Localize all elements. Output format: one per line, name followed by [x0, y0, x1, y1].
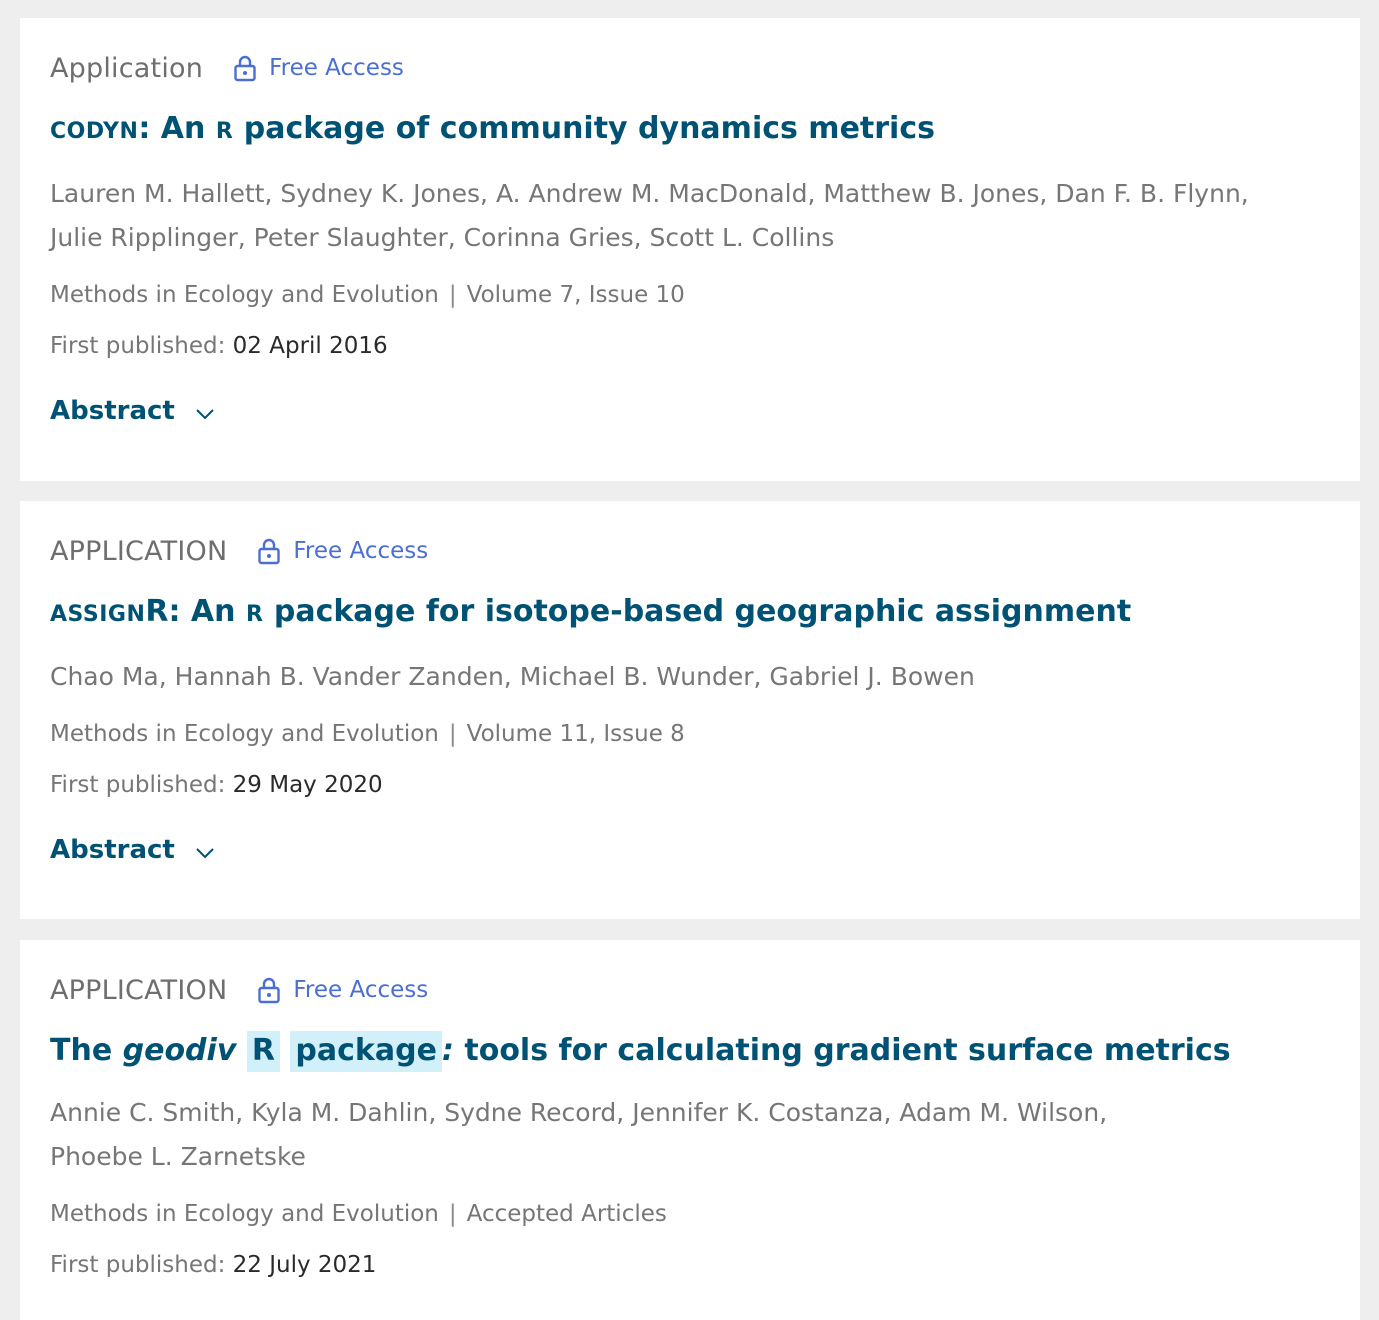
article-type-label: APPLICATION — [50, 974, 228, 1006]
issue-link[interactable]: Volume 11, Issue 8 — [467, 721, 685, 747]
article-authors: Lauren M. Hallett, Sydney K. Jones, A. A… — [50, 172, 1330, 260]
journal-name-link[interactable]: Methods in Ecology and Evolution — [50, 721, 439, 747]
authors-line: Lauren M. Hallett, Sydney K. Jones, A. A… — [50, 179, 1249, 208]
publication-date: First published: 29 May 2020 — [50, 768, 1330, 802]
title-part: package of community dynamics metrics — [233, 111, 935, 146]
title-part: ASSIGN — [50, 602, 146, 627]
issue-link[interactable]: Accepted Articles — [467, 1201, 667, 1227]
article-journal-info: Methods in Ecology and Evolution | Accepte… — [50, 1197, 1330, 1231]
article-authors: Chao Ma, Hannah B. Vander Zanden, Michae… — [50, 655, 1330, 699]
article-type-label: Application — [50, 52, 204, 84]
article-title-link[interactable]: CODYN: An R package of community dynamic… — [50, 108, 1330, 153]
lock-icon — [258, 538, 281, 565]
title-part: The — [50, 1033, 123, 1068]
title-part: R: An — [145, 594, 246, 629]
abstract-toggle-button[interactable]: Abstract — [50, 835, 215, 865]
journal-name-link[interactable]: Methods in Ecology and Evolution — [50, 282, 439, 308]
article-meta-row: APPLICATION Free Access — [50, 973, 1330, 1007]
published-date: 02 April 2016 — [232, 333, 388, 359]
free-access-label: Free Access — [269, 55, 404, 81]
title-part: geodiv — [122, 1033, 237, 1068]
article-meta-row: APPLICATION Free Access — [50, 534, 1330, 568]
free-access-badge: Free Access — [257, 976, 428, 1004]
free-access-label: Free Access — [293, 538, 429, 564]
article-meta-row: Application Free Access — [50, 51, 1330, 85]
publication-date: First published: 02 April 2016 — [50, 329, 1330, 363]
publication-date: First published: 22 July 2021 — [50, 1248, 1330, 1282]
article-journal-info: Methods in Ecology and Evolution | Volume … — [50, 717, 1330, 751]
published-label: First published: — [50, 333, 226, 359]
lock-icon — [258, 977, 281, 1004]
published-label: First published: — [50, 1252, 226, 1278]
free-access-badge: Free Access — [233, 54, 404, 82]
free-access-label: Free Access — [293, 977, 429, 1003]
article-type-label: APPLICATION — [50, 535, 228, 567]
authors-line: Julie Ripplinger, Peter Slaughter, Corin… — [50, 223, 835, 252]
article-card: APPLICATION Free Access The geodiv R pac… — [20, 940, 1360, 1320]
article-card: Application Free Access CODYN: An R pack… — [20, 18, 1360, 481]
article-title-link[interactable]: The geodiv R package: tools for calculat… — [50, 1030, 1330, 1072]
free-access-badge: Free Access — [257, 537, 428, 565]
article-title-link[interactable]: ASSIGNR: An R package for isotope-based … — [50, 591, 1330, 636]
title-part: : An — [138, 111, 216, 146]
meta-separator: | — [448, 1201, 457, 1227]
search-highlight: R — [246, 1031, 280, 1072]
meta-separator: | — [448, 721, 457, 747]
authors-line: Phoebe L. Zarnetske — [50, 1142, 306, 1171]
article-card: APPLICATION Free Access ASSIGNR: An R pa… — [20, 501, 1360, 919]
title-part: tools for calculating gradient surface m… — [453, 1033, 1231, 1068]
authors-line: Annie C. Smith, Kyla M. Dahlin, Sydne Re… — [50, 1098, 1108, 1127]
chevron-down-icon — [196, 848, 214, 859]
journal-name-link[interactable]: Methods in Ecology and Evolution — [50, 1201, 439, 1227]
article-journal-info: Methods in Ecology and Evolution | Volume … — [50, 278, 1330, 312]
meta-separator: | — [448, 282, 457, 308]
title-part: R — [215, 119, 234, 144]
published-date: 22 July 2021 — [232, 1252, 377, 1278]
abstract-toggle-button[interactable]: Abstract — [50, 396, 215, 426]
article-authors: Annie C. Smith, Kyla M. Dahlin, Sydne Re… — [50, 1091, 1330, 1179]
title-part: package for isotope-based geographic ass… — [263, 594, 1132, 629]
published-date: 29 May 2020 — [232, 772, 383, 798]
issue-link[interactable]: Volume 7, Issue 10 — [467, 282, 685, 308]
title-part: R — [245, 602, 264, 627]
abstract-label: Abstract — [50, 396, 175, 426]
title-part: CODYN — [50, 119, 139, 144]
published-label: First published: — [50, 772, 226, 798]
title-part: : — [441, 1033, 454, 1068]
chevron-down-icon — [196, 409, 214, 420]
search-highlight: package — [290, 1031, 442, 1072]
authors-line: Chao Ma, Hannah B. Vander Zanden, Michae… — [50, 662, 975, 691]
lock-icon — [234, 55, 256, 82]
abstract-label: Abstract — [50, 835, 175, 865]
